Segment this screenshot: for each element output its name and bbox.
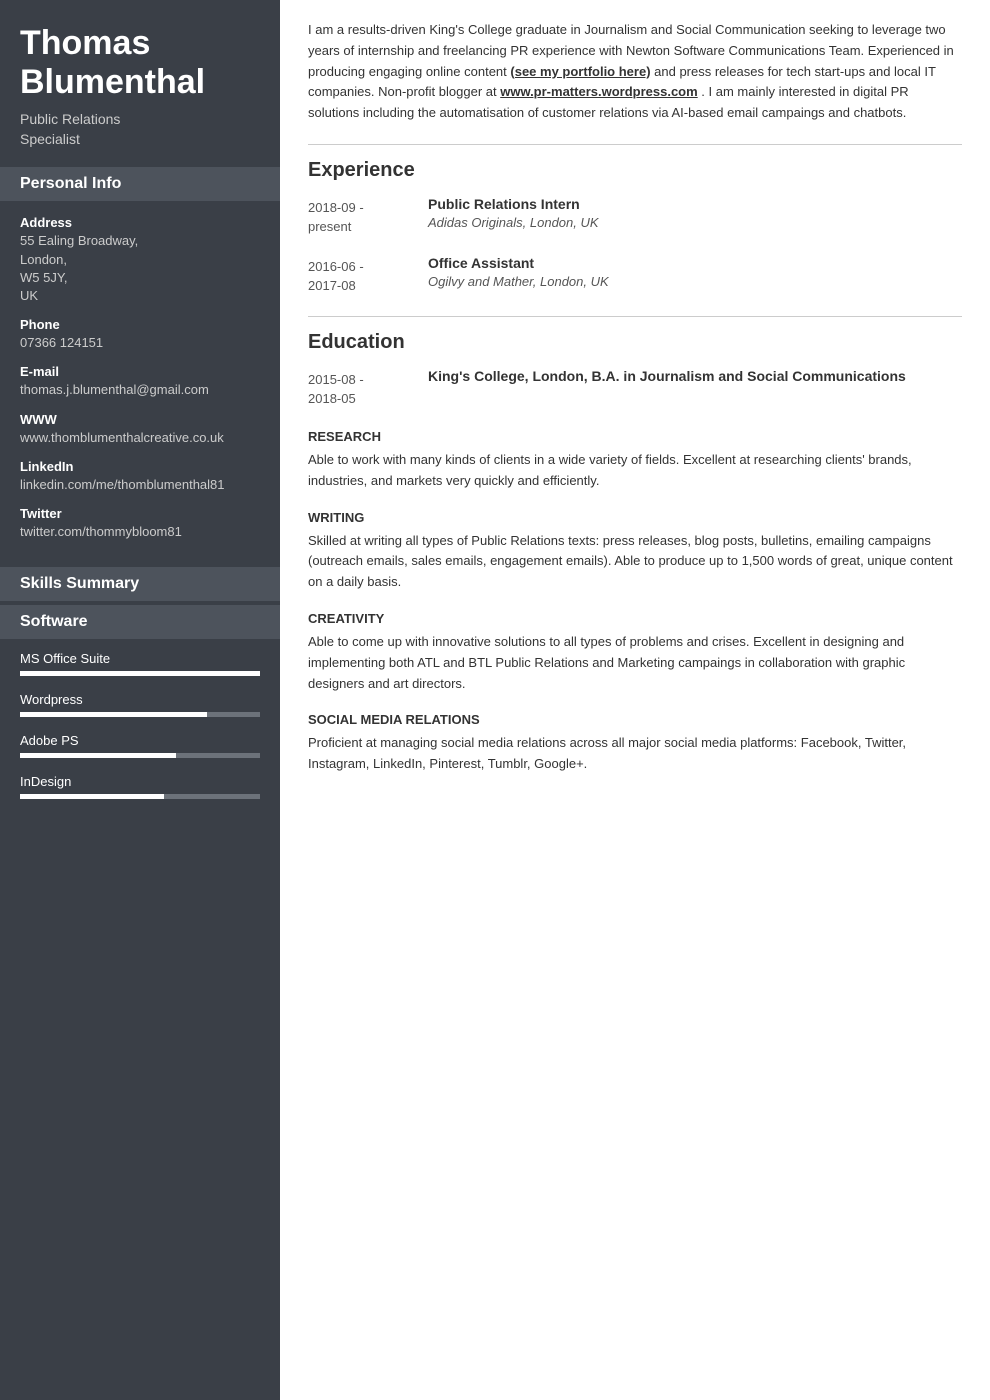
edu-institution: King's College, London, B.A. in Journali… bbox=[428, 368, 962, 384]
education-title: Education bbox=[308, 331, 962, 354]
skill-cat-title: WRITING bbox=[308, 510, 962, 525]
exp-date: 2016-06 -2017-08 bbox=[308, 255, 428, 296]
experience-divider bbox=[308, 144, 962, 145]
skill-bar-fill bbox=[20, 794, 164, 799]
address-label: Address bbox=[20, 215, 260, 230]
education-divider bbox=[308, 316, 962, 317]
email-block: E-mail thomas.j.blumenthal@gmail.com bbox=[20, 364, 260, 399]
skills-summary-header: Skills Summary bbox=[0, 567, 280, 601]
experience-list: 2018-09 -present Public Relations Intern… bbox=[308, 196, 962, 296]
main-content: I am a results-driven King's College gra… bbox=[280, 0, 990, 1400]
personal-info-section: Address 55 Ealing Broadway,London,W5 5JY… bbox=[0, 201, 280, 567]
summary-text: I am a results-driven King's College gra… bbox=[308, 20, 962, 124]
skill-bar-fill bbox=[20, 712, 207, 717]
address-block: Address 55 Ealing Broadway,London,W5 5JY… bbox=[20, 215, 260, 305]
exp-details: Public Relations Intern Adidas Originals… bbox=[428, 196, 962, 237]
portfolio-link[interactable]: (see my portfolio here) bbox=[510, 64, 650, 79]
skill-bar-bg bbox=[20, 753, 260, 758]
education-section: Education 2015-08 -2018-05 King's Colleg… bbox=[308, 316, 962, 409]
experience-title: Experience bbox=[308, 159, 962, 182]
phone-block: Phone 07366 124151 bbox=[20, 317, 260, 352]
skill-cat-desc: Skilled at writing all types of Public R… bbox=[308, 531, 962, 593]
www-label: WWW bbox=[20, 412, 260, 427]
software-header: Software bbox=[0, 605, 280, 639]
skill-item: Adobe PS bbox=[20, 733, 260, 758]
skill-bar-bg bbox=[20, 794, 260, 799]
software-items: MS Office Suite Wordpress Adobe PS InDes… bbox=[0, 639, 280, 827]
exp-details: Office Assistant Ogilvy and Mather, Lond… bbox=[428, 255, 962, 296]
linkedin-value: linkedin.com/me/thomblumenthal81 bbox=[20, 476, 260, 494]
skills-summary-main: RESEARCH Able to work with many kinds of… bbox=[308, 429, 962, 775]
skill-bar-fill bbox=[20, 671, 260, 676]
skill-cat-desc: Able to work with many kinds of clients … bbox=[308, 450, 962, 492]
skill-category: SOCIAL MEDIA RELATIONS Proficient at man… bbox=[308, 712, 962, 775]
email-value: thomas.j.blumenthal@gmail.com bbox=[20, 381, 260, 399]
address-value: 55 Ealing Broadway,London,W5 5JY,UK bbox=[20, 232, 260, 305]
skill-name: MS Office Suite bbox=[20, 651, 260, 666]
skill-category: CREATIVITY Able to come up with innovati… bbox=[308, 611, 962, 694]
linkedin-label: LinkedIn bbox=[20, 459, 260, 474]
skill-item: InDesign bbox=[20, 774, 260, 799]
education-list: 2015-08 -2018-05 King's College, London,… bbox=[308, 368, 962, 409]
phone-label: Phone bbox=[20, 317, 260, 332]
www-value: www.thomblumenthalcreative.co.uk bbox=[20, 429, 260, 447]
table-row: 2018-09 -present Public Relations Intern… bbox=[308, 196, 962, 237]
sidebar-header: Thomas Blumenthal Public Relations Speci… bbox=[0, 0, 280, 167]
sidebar: Thomas Blumenthal Public Relations Speci… bbox=[0, 0, 280, 1400]
skill-cat-desc: Proficient at managing social media rela… bbox=[308, 733, 962, 775]
twitter-label: Twitter bbox=[20, 506, 260, 521]
skills-section: Software MS Office Suite Wordpress Adobe… bbox=[0, 605, 280, 827]
candidate-name: Thomas Blumenthal bbox=[20, 24, 260, 102]
skill-bar-fill bbox=[20, 753, 176, 758]
skill-item: MS Office Suite bbox=[20, 651, 260, 676]
phone-value: 07366 124151 bbox=[20, 334, 260, 352]
blog-link[interactable]: www.pr-matters.wordpress.com bbox=[500, 84, 697, 99]
exp-role: Office Assistant bbox=[428, 255, 962, 271]
linkedin-block: LinkedIn linkedin.com/me/thomblumenthal8… bbox=[20, 459, 260, 494]
skill-cat-title: CREATIVITY bbox=[308, 611, 962, 626]
personal-info-header: Personal Info bbox=[0, 167, 280, 201]
skills-categories: RESEARCH Able to work with many kinds of… bbox=[308, 429, 962, 775]
skill-name: Adobe PS bbox=[20, 733, 260, 748]
twitter-block: Twitter twitter.com/thommybloom81 bbox=[20, 506, 260, 541]
skill-category: RESEARCH Able to work with many kinds of… bbox=[308, 429, 962, 492]
table-row: 2015-08 -2018-05 King's College, London,… bbox=[308, 368, 962, 409]
exp-date: 2018-09 -present bbox=[308, 196, 428, 237]
skill-bar-bg bbox=[20, 712, 260, 717]
skill-cat-title: RESEARCH bbox=[308, 429, 962, 444]
skill-name: Wordpress bbox=[20, 692, 260, 707]
skill-cat-title: SOCIAL MEDIA RELATIONS bbox=[308, 712, 962, 727]
www-block: WWW www.thomblumenthalcreative.co.uk bbox=[20, 412, 260, 447]
edu-date: 2015-08 -2018-05 bbox=[308, 368, 428, 409]
skill-cat-desc: Able to come up with innovative solution… bbox=[308, 632, 962, 694]
experience-section: Experience 2018-09 -present Public Relat… bbox=[308, 144, 962, 296]
skill-category: WRITING Skilled at writing all types of … bbox=[308, 510, 962, 593]
candidate-title: Public Relations Specialist bbox=[20, 110, 260, 149]
exp-role: Public Relations Intern bbox=[428, 196, 962, 212]
email-label: E-mail bbox=[20, 364, 260, 379]
table-row: 2016-06 -2017-08 Office Assistant Ogilvy… bbox=[308, 255, 962, 296]
twitter-value: twitter.com/thommybloom81 bbox=[20, 523, 260, 541]
skill-name: InDesign bbox=[20, 774, 260, 789]
exp-company: Adidas Originals, London, UK bbox=[428, 215, 962, 230]
skill-bar-bg bbox=[20, 671, 260, 676]
edu-details: King's College, London, B.A. in Journali… bbox=[428, 368, 962, 409]
exp-company: Ogilvy and Mather, London, UK bbox=[428, 274, 962, 289]
skill-item: Wordpress bbox=[20, 692, 260, 717]
